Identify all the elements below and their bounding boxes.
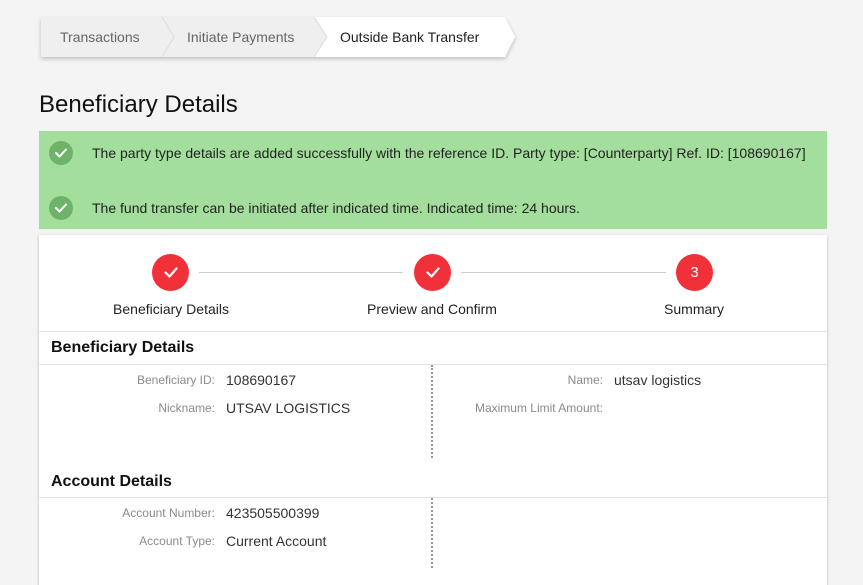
checkmark-icon bbox=[163, 267, 178, 278]
beneficiary-right-column: Name: utsav logistics Maximum Limit Amou… bbox=[433, 365, 827, 460]
alert-transfer-time: The fund transfer can be initiated after… bbox=[39, 189, 827, 229]
breadcrumb-label: Initiate Payments bbox=[187, 29, 295, 45]
account-type-value: Current Account bbox=[226, 533, 327, 549]
step-2-complete bbox=[414, 254, 451, 291]
account-type-row: Account Type: Current Account bbox=[39, 527, 431, 555]
check-circle-icon bbox=[49, 196, 73, 220]
account-section-heading: Account Details bbox=[39, 460, 827, 498]
checkmark-icon bbox=[425, 267, 440, 278]
alert-message: The fund transfer can be initiated after… bbox=[92, 200, 580, 216]
breadcrumb-separator-icon bbox=[161, 17, 174, 57]
details-card: 3 Beneficiary Details Preview and Confir… bbox=[39, 235, 827, 585]
breadcrumb-label: Transactions bbox=[60, 29, 140, 45]
step-connector bbox=[199, 272, 403, 273]
field-label: Beneficiary ID: bbox=[136, 373, 215, 387]
max-limit-row: Maximum Limit Amount: bbox=[433, 394, 827, 422]
field-label: Maximum Limit Amount: bbox=[474, 401, 603, 415]
beneficiary-left-column: Beneficiary ID: 108690167 Nickname: UTSA… bbox=[39, 365, 433, 458]
beneficiary-id-value: 108690167 bbox=[226, 372, 297, 388]
step-3-current: 3 bbox=[676, 254, 713, 291]
name-value: utsav logistics bbox=[614, 372, 702, 388]
step-3-label: Summary bbox=[664, 301, 724, 317]
alert-party-added: The party type details are added success… bbox=[39, 131, 827, 189]
field-label: Name: bbox=[567, 373, 603, 387]
check-circle-icon bbox=[49, 141, 73, 165]
breadcrumb-transactions[interactable]: Transactions bbox=[41, 17, 174, 57]
account-number-value: 423505500399 bbox=[226, 505, 320, 521]
beneficiary-id-row: Beneficiary ID: 108690167 bbox=[39, 366, 431, 394]
nickname-value: UTSAV LOGISTICS bbox=[226, 400, 351, 416]
account-left-column: Account Number: 423505500399 Account Typ… bbox=[39, 498, 433, 568]
breadcrumb-outside-bank-transfer[interactable]: Outside Bank Transfer bbox=[315, 17, 515, 57]
step-2-label: Preview and Confirm bbox=[367, 301, 497, 317]
field-label: Account Type: bbox=[139, 534, 215, 548]
beneficiary-section-heading: Beneficiary Details bbox=[39, 332, 827, 365]
nickname-row: Nickname: UTSAV LOGISTICS bbox=[39, 394, 431, 422]
field-label: Account Number: bbox=[122, 506, 215, 520]
page-title: Beneficiary Details bbox=[39, 91, 238, 118]
step-1-label: Beneficiary Details bbox=[113, 301, 229, 317]
breadcrumb-separator-icon bbox=[314, 17, 327, 57]
progress-stepper: 3 Beneficiary Details Preview and Confir… bbox=[39, 235, 827, 332]
name-row: Name: utsav logistics bbox=[433, 366, 827, 394]
account-number-row: Account Number: 423505500399 bbox=[39, 499, 431, 527]
account-section-body: Account Number: 423505500399 Account Typ… bbox=[39, 498, 827, 578]
beneficiary-section-body: Beneficiary ID: 108690167 Nickname: UTSA… bbox=[39, 365, 827, 460]
field-label: Nickname: bbox=[158, 401, 215, 415]
breadcrumb-label: Outside Bank Transfer bbox=[340, 29, 480, 45]
step-1-complete bbox=[152, 254, 189, 291]
step-number: 3 bbox=[690, 264, 699, 281]
success-alerts: The party type details are added success… bbox=[39, 131, 827, 229]
breadcrumb-tip-icon bbox=[505, 17, 515, 57]
step-connector bbox=[461, 272, 666, 273]
account-right-column bbox=[433, 498, 827, 578]
breadcrumb-initiate-payments[interactable]: Initiate Payments bbox=[162, 17, 327, 57]
breadcrumb: Transactions Initiate Payments Outside B… bbox=[41, 17, 515, 57]
alert-message: The party type details are added success… bbox=[92, 145, 806, 161]
